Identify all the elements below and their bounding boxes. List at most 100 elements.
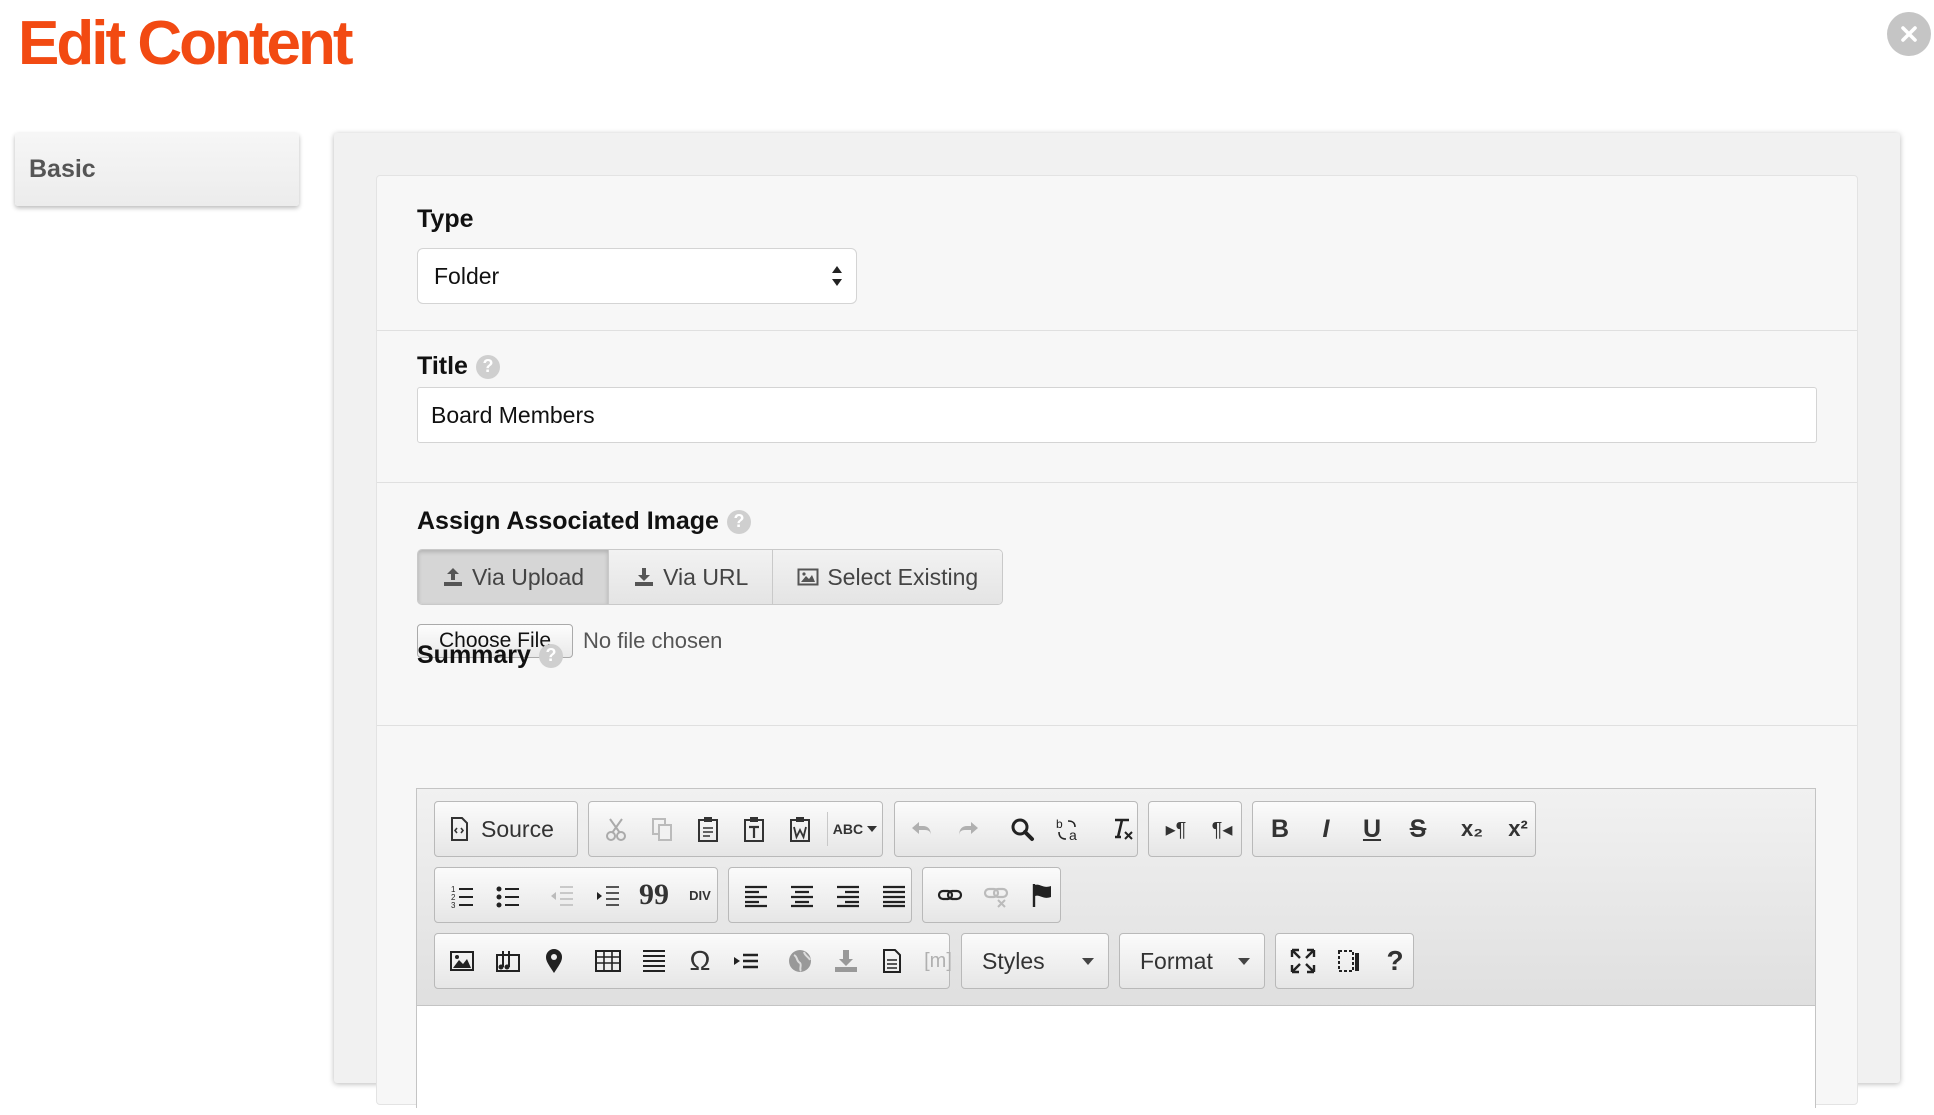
underline-icon[interactable]: U bbox=[1349, 806, 1395, 852]
toolbar-group-clipboard: ABC bbox=[588, 801, 883, 857]
via-upload-label: Via Upload bbox=[472, 563, 585, 590]
media-icon[interactable]: [m] bbox=[915, 938, 961, 984]
italic-icon[interactable]: I bbox=[1303, 806, 1349, 852]
unlink-icon[interactable] bbox=[973, 872, 1019, 918]
via-url-label: Via URL bbox=[663, 563, 749, 590]
editor-content-area[interactable] bbox=[417, 1005, 1815, 1115]
type-select-value: Folder bbox=[434, 263, 500, 289]
indent-icon[interactable] bbox=[585, 872, 631, 918]
sidebar-tab-basic[interactable]: Basic bbox=[15, 133, 299, 206]
undo-icon[interactable] bbox=[899, 806, 945, 852]
chevron-down-icon bbox=[1082, 958, 1094, 965]
file-status: No file chosen bbox=[583, 628, 723, 653]
image-icon[interactable] bbox=[439, 938, 485, 984]
horizontal-rule-icon[interactable] bbox=[631, 938, 677, 984]
ltr-icon[interactable]: ▸¶ bbox=[1153, 806, 1199, 852]
superscript-icon[interactable]: x² bbox=[1495, 806, 1541, 852]
select-arrows-icon bbox=[832, 266, 842, 286]
copy-icon[interactable] bbox=[639, 806, 685, 852]
title-label: Title ? bbox=[417, 352, 500, 381]
type-select[interactable]: Folder bbox=[417, 248, 857, 304]
rtl-icon[interactable]: ¶◂ bbox=[1199, 806, 1245, 852]
media-embed-icon[interactable] bbox=[485, 938, 531, 984]
find-icon[interactable] bbox=[999, 806, 1045, 852]
select-existing-button[interactable]: Select Existing bbox=[773, 550, 1003, 604]
document-icon[interactable] bbox=[869, 938, 915, 984]
image-label: Assign Associated Image ? bbox=[417, 507, 751, 536]
svg-text:3: 3 bbox=[451, 901, 456, 909]
subscript-icon[interactable]: x₂ bbox=[1449, 806, 1495, 852]
strikethrough-icon[interactable]: S bbox=[1395, 806, 1441, 852]
styles-dropdown[interactable]: Styles bbox=[961, 933, 1109, 989]
toolbar-group-tools: ? bbox=[1275, 933, 1414, 989]
bold-icon[interactable]: B bbox=[1257, 806, 1303, 852]
div-icon[interactable]: DIV bbox=[677, 872, 723, 918]
toolbar-group-links bbox=[922, 867, 1061, 923]
toolbar-group-source: Source bbox=[434, 801, 578, 857]
download-icon[interactable] bbox=[823, 938, 869, 984]
paste-text-icon[interactable] bbox=[731, 806, 777, 852]
special-char-icon[interactable]: Ω bbox=[677, 938, 723, 984]
summary-label: Summary ? bbox=[417, 641, 563, 670]
chevron-down-icon bbox=[867, 826, 878, 832]
toolbar-group-basicstyles: B I U S x₂ x² bbox=[1252, 801, 1536, 857]
align-justify-icon[interactable] bbox=[871, 872, 917, 918]
select-existing-label: Select Existing bbox=[827, 563, 979, 590]
download-icon bbox=[635, 568, 654, 586]
numbered-list-icon[interactable]: 123 bbox=[439, 872, 485, 918]
align-right-icon[interactable] bbox=[825, 872, 871, 918]
close-icon[interactable] bbox=[1887, 12, 1931, 56]
align-left-icon[interactable] bbox=[733, 872, 779, 918]
styles-label: Styles bbox=[982, 948, 1045, 974]
remove-format-icon[interactable] bbox=[1099, 806, 1145, 852]
help-button[interactable]: ? bbox=[1372, 938, 1418, 984]
chevron-down-icon bbox=[1238, 958, 1250, 965]
help-icon[interactable]: ? bbox=[475, 354, 500, 379]
replace-icon[interactable]: ba bbox=[1045, 806, 1091, 852]
help-icon[interactable]: ? bbox=[538, 643, 563, 668]
link-icon[interactable] bbox=[927, 872, 973, 918]
toolbar-group-paragraph: 123 99 DIV bbox=[434, 867, 718, 923]
map-pin-icon[interactable] bbox=[531, 938, 577, 984]
globe-icon[interactable] bbox=[777, 938, 823, 984]
svg-text:a: a bbox=[1069, 827, 1077, 843]
blockquote-icon[interactable]: 99 bbox=[631, 872, 677, 918]
title-input[interactable]: Board Members bbox=[417, 387, 1817, 443]
outdent-icon[interactable] bbox=[539, 872, 585, 918]
source-button[interactable]: Source bbox=[439, 806, 560, 852]
show-blocks-icon[interactable] bbox=[1326, 938, 1372, 984]
upload-icon bbox=[444, 568, 462, 586]
via-upload-button[interactable]: Via Upload bbox=[418, 550, 610, 604]
paste-word-icon[interactable] bbox=[777, 806, 823, 852]
image-icon bbox=[797, 568, 819, 586]
help-icon[interactable]: ? bbox=[726, 509, 751, 534]
spellcheck-button[interactable]: ABC bbox=[832, 806, 878, 852]
bulleted-list-icon[interactable] bbox=[485, 872, 531, 918]
toolbar-group-insert: Ω [m] bbox=[434, 933, 952, 989]
page-break-icon[interactable] bbox=[723, 938, 769, 984]
toolbar-group-direction: ▸¶ ¶◂ bbox=[1148, 801, 1242, 857]
format-label: Format bbox=[1140, 948, 1213, 974]
type-section: Type Folder bbox=[377, 176, 1857, 331]
redo-icon[interactable] bbox=[945, 806, 991, 852]
maximize-icon[interactable] bbox=[1280, 938, 1326, 984]
title-label-text: Title bbox=[417, 352, 468, 380]
toolbar-separator bbox=[827, 812, 828, 846]
align-center-icon[interactable] bbox=[779, 872, 825, 918]
title-section: Title ? Board Members bbox=[377, 331, 1857, 483]
table-icon[interactable] bbox=[585, 938, 631, 984]
type-label-text: Type bbox=[417, 205, 474, 233]
source-label: Source bbox=[481, 815, 554, 842]
paste-icon[interactable] bbox=[685, 806, 731, 852]
format-dropdown[interactable]: Format bbox=[1119, 933, 1265, 989]
image-source-group: Via Upload Via URL Select Existing bbox=[417, 549, 1004, 605]
page-title: Edit Content bbox=[18, 9, 353, 78]
image-label-text: Assign Associated Image bbox=[417, 507, 719, 535]
summary-label-text: Summary bbox=[417, 641, 531, 669]
via-url-button[interactable]: Via URL bbox=[609, 550, 774, 604]
anchor-flag-icon[interactable] bbox=[1019, 872, 1065, 918]
cut-icon[interactable] bbox=[593, 806, 639, 852]
toolbar-group-edit: ba bbox=[894, 801, 1138, 857]
type-label: Type bbox=[417, 205, 474, 234]
spellcheck-icon: ABC bbox=[832, 821, 864, 837]
